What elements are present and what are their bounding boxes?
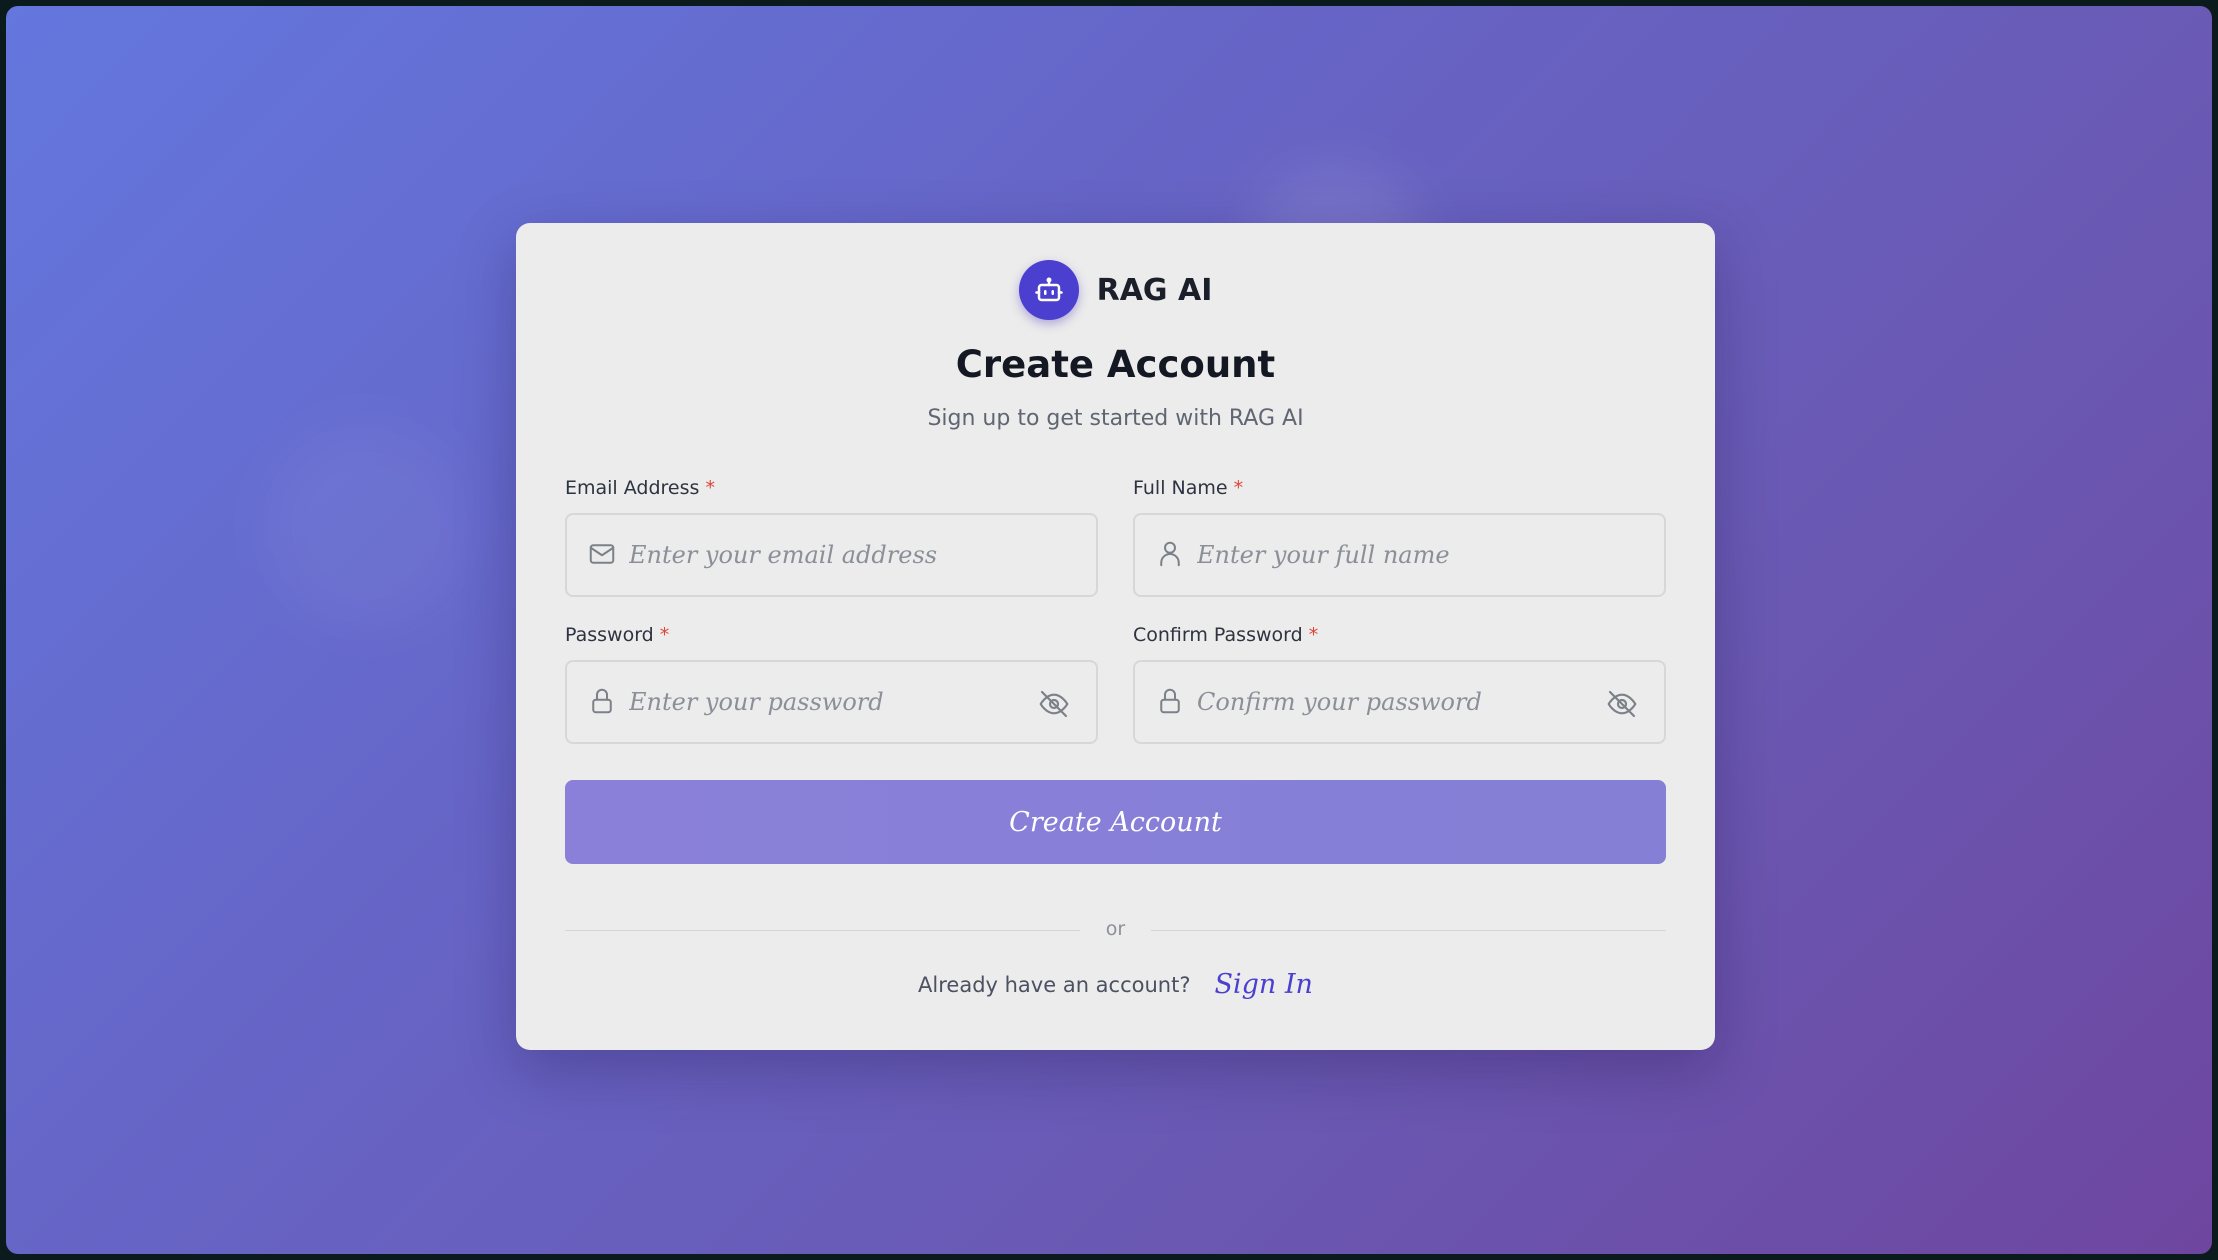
password-label: Password * <box>565 624 670 646</box>
required-marker: * <box>659 624 670 646</box>
email-input-box <box>565 513 1098 597</box>
lock-icon <box>592 688 612 714</box>
password-field-group: Password * <box>565 624 1098 744</box>
brand: RAG AI <box>516 260 1715 320</box>
confirm-password-input[interactable] <box>1195 662 1594 742</box>
full-name-input-box <box>1133 513 1666 597</box>
required-marker: * <box>705 477 715 499</box>
full-name-input[interactable] <box>1195 515 1594 595</box>
required-marker: * <box>1233 477 1244 499</box>
page-subtitle: Sign up to get started with RAG AI <box>927 406 1304 431</box>
brand-name: RAG AI <box>1096 272 1213 308</box>
mail-icon <box>589 544 615 564</box>
email-input[interactable] <box>627 515 1026 595</box>
confirm-password-input-box <box>1133 660 1666 744</box>
full-name-label: Full Name * <box>1133 477 1244 499</box>
lock-icon <box>1160 688 1180 714</box>
divider: or <box>565 918 1666 942</box>
eye-off-icon[interactable] <box>1038 688 1070 720</box>
app-background: RAG AI Create Account Sign up to get sta… <box>6 6 2212 1254</box>
user-icon <box>1160 541 1180 567</box>
signin-row: Already have an account? Sign In <box>516 969 1715 1000</box>
required-marker: * <box>1308 624 1319 646</box>
robot-icon <box>1018 260 1079 320</box>
password-input[interactable] <box>627 662 1026 742</box>
page-title: Create Account <box>955 343 1276 386</box>
confirm-password-label: Confirm Password * <box>1133 624 1319 646</box>
divider-text: or <box>1105 918 1126 940</box>
signin-prompt: Already have an account? <box>918 972 1191 997</box>
email-label: Email Address * <box>565 477 715 499</box>
sign-in-link[interactable]: Sign In <box>1215 969 1313 1000</box>
confirm-password-field-group: Confirm Password * <box>1133 624 1666 744</box>
eye-off-icon[interactable] <box>1606 688 1638 720</box>
full-name-field-group: Full Name * <box>1133 477 1666 597</box>
signup-card: RAG AI Create Account Sign up to get sta… <box>516 223 1715 1050</box>
create-account-button[interactable]: Create Account <box>565 780 1666 864</box>
background-glow <box>266 426 466 626</box>
password-input-box <box>565 660 1098 744</box>
email-field-group: Email Address * <box>565 477 1098 597</box>
